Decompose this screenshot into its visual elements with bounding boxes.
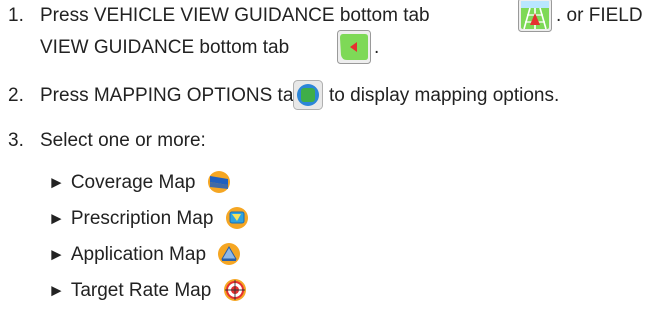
prescription-map-icon xyxy=(225,206,249,237)
vehicle-view-guidance-tab-icon xyxy=(518,0,552,39)
bullet-arrow: ► xyxy=(48,281,65,300)
option-label: Coverage Map xyxy=(70,172,196,193)
application-map-icon xyxy=(217,242,241,273)
option-target-rate-map: ► Target Rate Map xyxy=(48,278,247,309)
option-label: Application Map xyxy=(70,244,207,265)
step-1-text-line2-tail: . xyxy=(374,37,380,58)
step-2-text-before: Press MAPPING OPTIONS tab xyxy=(40,85,304,106)
option-label: Prescription Map xyxy=(70,208,214,229)
option-label: Target Rate Map xyxy=(70,280,212,301)
step-3-number: 3. xyxy=(8,130,24,151)
step-2-text-after: to display mapping options. xyxy=(329,85,560,106)
option-application-map: ► Application Map xyxy=(48,242,241,273)
option-coverage-map: ► Coverage Map xyxy=(48,170,231,201)
bullet-arrow: ► xyxy=(48,245,65,264)
bullet-arrow: ► xyxy=(48,173,65,192)
target-rate-map-icon xyxy=(223,278,247,309)
step-1: 1. Press VEHICLE VIEW GUIDANCE bottom ta… xyxy=(0,0,664,64)
step-2-number: 2. xyxy=(8,85,24,106)
step-3: 3. Select one or more: xyxy=(0,129,664,159)
bullet-arrow: ► xyxy=(48,209,65,228)
step-1-text-tail: . or FIELD xyxy=(556,5,643,26)
mapping-options-tab-icon xyxy=(293,80,323,117)
step-1-text: Press VEHICLE VIEW GUIDANCE bottom tab xyxy=(40,5,430,26)
coverage-map-icon xyxy=(207,170,231,201)
step-1-text-line2: VIEW GUIDANCE bottom tab xyxy=(40,37,290,58)
step-3-text: Select one or more: xyxy=(40,130,206,151)
option-prescription-map: ► Prescription Map xyxy=(48,206,249,237)
step-1-number: 1. xyxy=(8,5,24,26)
field-view-guidance-tab-icon xyxy=(337,30,371,71)
step-2: 2. Press MAPPING OPTIONS tab to display … xyxy=(0,80,664,114)
